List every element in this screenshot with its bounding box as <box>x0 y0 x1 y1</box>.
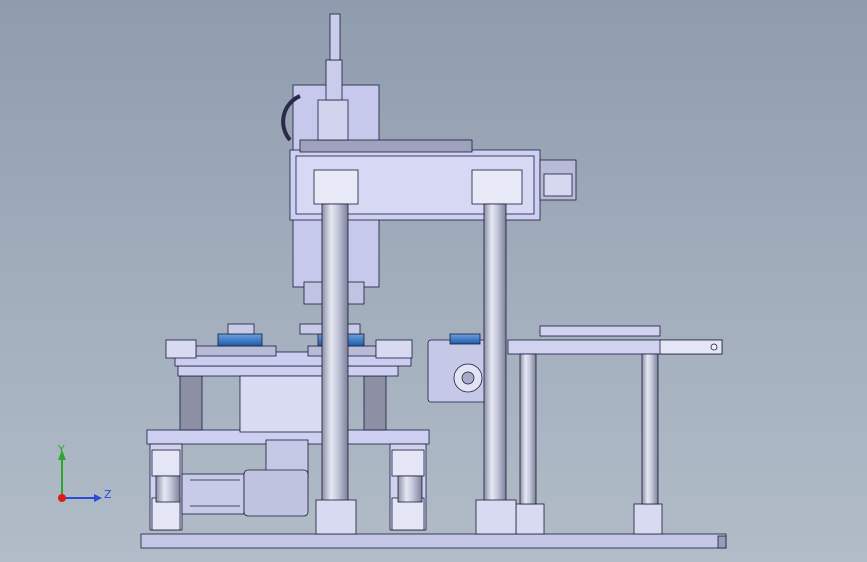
cad-graphics-viewport[interactable]: Y Z <box>0 0 867 562</box>
y-axis-label: Y <box>58 443 65 456</box>
triad-origin <box>58 494 66 502</box>
coordinate-triad <box>58 450 102 502</box>
z-axis-label: Z <box>104 488 112 501</box>
